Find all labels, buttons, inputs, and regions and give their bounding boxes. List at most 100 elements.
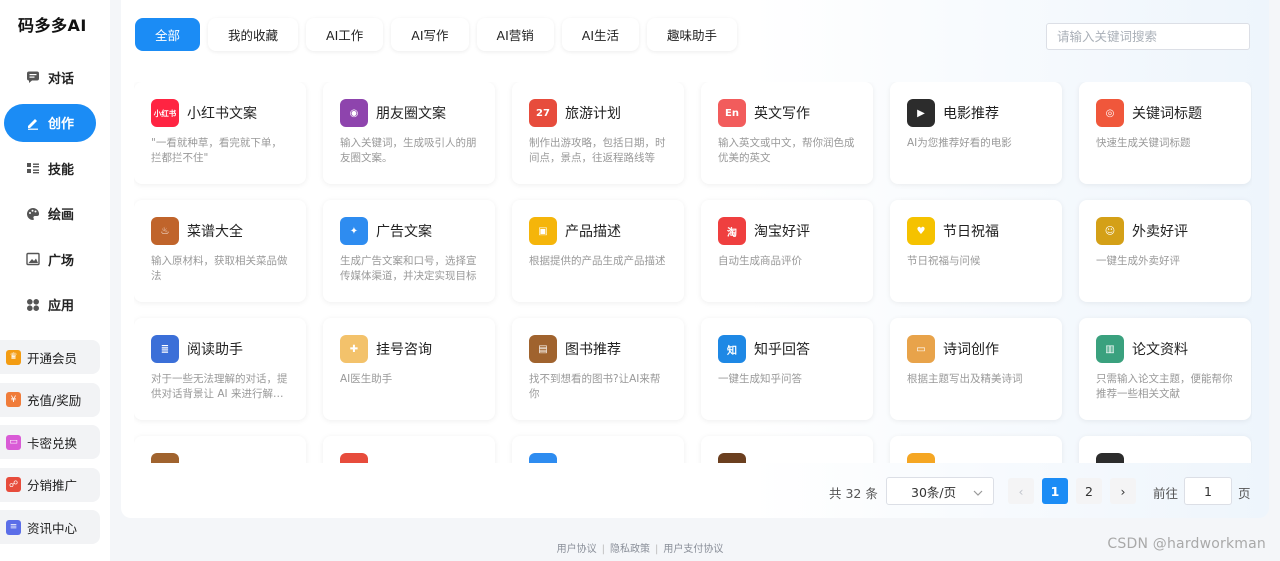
thumbs-up-icon: ☺ <box>1096 217 1124 245</box>
tab-0[interactable]: 全部 <box>135 18 201 51</box>
app-card[interactable]: ◉ 朋友圈文案 输入关键词，生成吸引人的朋友圈文案。 <box>323 82 495 184</box>
search-target-icon: ◎ <box>1096 99 1124 127</box>
app-card[interactable]: ▶ 电影推荐 AI为您推荐好看的电影 <box>890 82 1062 184</box>
page-size-select[interactable]: 30条/页 <box>886 477 994 505</box>
megaphone-icon: ✦ <box>340 217 368 245</box>
card-header: ✚ 挂号咨询 <box>340 334 479 364</box>
grid-icon <box>26 298 40 312</box>
card-description: 输入关键词，生成吸引人的朋友圈文案。 <box>340 137 477 164</box>
card-description: 一键生成知乎问答 <box>718 373 802 385</box>
tab-2[interactable]: AI工作 <box>306 18 384 51</box>
tab-1[interactable]: 我的收藏 <box>208 18 299 51</box>
tab-6[interactable]: 趣味助手 <box>647 18 738 51</box>
image-icon <box>26 252 40 266</box>
app-card[interactable]: ◎ 关键词标题 快速生成关键词标题 <box>1079 82 1251 184</box>
app-card[interactable]: ♨ 菜谱大全 输入原材料，获取相关菜品做法 <box>134 200 306 302</box>
app-card[interactable]: ▣ 产品描述根据提供的产品生成产品描述 <box>512 200 684 302</box>
card-title: 淘宝好评 <box>754 224 810 240</box>
app-card[interactable] <box>512 436 684 463</box>
goto-unit: 页 <box>1238 486 1251 501</box>
nav-item-create[interactable]: 创作 <box>4 103 96 142</box>
card-description: 对于一些无法理解的对话，提供对话背景让 AI 来进行解读分析 <box>151 373 288 400</box>
card-description: 根据主题写出及精美诗词 <box>907 373 1023 385</box>
page-2-button[interactable]: 2 <box>1076 478 1102 504</box>
app-card[interactable] <box>134 436 306 463</box>
side-link-referral[interactable]: ☍ 分销推广 <box>0 467 100 502</box>
card-header <box>340 452 479 463</box>
brand-logo[interactable]: 码多多AI <box>18 12 87 36</box>
card-header <box>1096 452 1235 463</box>
search-input[interactable] <box>1046 23 1250 50</box>
nav-item-apps[interactable]: 应用 <box>4 286 96 324</box>
card-title: 外卖好评 <box>1132 224 1188 240</box>
app-card[interactable]: ▥ 论文资料 只需输入论文主题，便能帮你推荐一些相关文献 <box>1079 318 1251 420</box>
side-link-vip[interactable]: ♛ 开通会员 <box>0 340 100 374</box>
app-card[interactable]: 淘淘宝好评 自动生成商品评价 <box>701 200 873 302</box>
nav-item-drawing[interactable]: 绘画 <box>4 195 96 233</box>
card-header: ▣ 产品描述 <box>529 216 668 246</box>
app-card[interactable]: ✚ 挂号咨询 AI医生助手 <box>323 318 495 420</box>
goto-page-input[interactable] <box>1184 477 1232 505</box>
prev-page-button[interactable]: ‹ <box>1008 478 1034 504</box>
english-icon: En <box>718 99 746 127</box>
briefcase-icon <box>718 453 746 463</box>
calendar-icon: 27 <box>529 99 557 127</box>
footer-link-privacy[interactable]: 隐私政策 <box>610 544 650 555</box>
next-page-button[interactable]: › <box>1110 478 1136 504</box>
app-card[interactable]: ≣ 阅读助手对于一些无法理解的对话，提供对话背景让 AI 来进行解读分析 <box>134 318 306 420</box>
side-link-recharge[interactable]: ¥ 充值/奖励 <box>0 382 100 417</box>
app-card[interactable]: 知知乎回答一键生成知乎问答 <box>701 318 873 420</box>
app-card[interactable]: ▭ 诗词创作 根据主题写出及精美诗词 <box>890 318 1062 420</box>
card-title: 产品描述 <box>565 224 621 240</box>
card-title: 节日祝福 <box>943 224 999 240</box>
card-header: ♥ 节日祝福 <box>907 216 1046 246</box>
card-header: ◉ 朋友圈文案 <box>340 98 479 128</box>
card-description: 根据提供的产品生成产品描述 <box>529 255 666 267</box>
card-header: ▶ 电影推荐 <box>907 98 1046 128</box>
card-header: ≣ 阅读助手 <box>151 334 290 364</box>
card-title: 知乎回答 <box>754 342 810 358</box>
app-card-grid: 小红书 小红书文案 "一看就种草，看完就下单，拦都拦不住" ◉ 朋友圈文案 输入关键词，生… <box>134 82 1252 463</box>
card-description: 制作出游攻略，包括日期，时间点，景点，往返程路线等 <box>529 137 666 164</box>
app-card[interactable]: ▤ 图书推荐 找不到想看的图书?让AI来帮你 <box>512 318 684 420</box>
sidebar: 码多多AI 对话创作技能绘画广场应用 ♛ 开通会员 ¥ 充值/奖励 ▭ 卡密兑换 ☍ 分销推广… <box>0 0 110 561</box>
app-card[interactable]: En 英文写作 输入英文或中文，帮你润色成优美的英文 <box>701 82 873 184</box>
footer: 用户协议 | 隐私政策 | 用户支付协议 <box>0 540 1280 555</box>
chat-icon <box>26 70 40 84</box>
app-card[interactable]: 小红书 小红书文案 "一看就种草，看完就下单，拦都拦不住" <box>134 82 306 184</box>
side-link-card[interactable]: ▭ 卡密兑换 <box>0 425 100 459</box>
app-card[interactable] <box>1079 436 1251 463</box>
card-scroll-area[interactable]: 小红书 小红书文案 "一看就种草，看完就下单，拦都拦不住" ◉ 朋友圈文案 输入关键词，生… <box>134 82 1252 463</box>
shopping-bag-icon: ▣ <box>529 217 557 245</box>
footer-link-user-agreement[interactable]: 用户协议 <box>557 544 597 555</box>
nav-item-skills[interactable]: 技能 <box>4 149 96 187</box>
card-header: ✦ 广告文案 <box>340 216 479 246</box>
app-card[interactable]: ✦ 广告文案生成广告文案和口号，选择宣传媒体渠道，并决定实现目标 <box>323 200 495 302</box>
card-description: AI为您推荐好看的电影 <box>907 137 1012 149</box>
app-card[interactable] <box>890 436 1062 463</box>
app-card[interactable] <box>323 436 495 463</box>
card-description: 节日祝福与问候 <box>907 255 981 267</box>
card-header: ☺ 外卖好评 <box>1096 216 1235 246</box>
side-link-label: 充值/奖励 <box>27 393 82 408</box>
app-card[interactable] <box>701 436 873 463</box>
nav-item-chat[interactable]: 对话 <box>4 58 96 96</box>
tab-5[interactable]: AI生活 <box>561 18 640 51</box>
nav-item-plaza[interactable]: 广场 <box>4 240 96 278</box>
app-card[interactable]: ♥ 节日祝福节日祝福与问候 <box>890 200 1062 302</box>
card-description: 自动生成商品评价 <box>718 255 802 267</box>
page-1-button[interactable]: 1 <box>1042 478 1068 504</box>
app-card[interactable]: ☺ 外卖好评 一键生成外卖好评 <box>1079 200 1251 302</box>
card-description: 生成广告文案和口号，选择宣传媒体渠道，并决定实现目标 <box>340 255 477 282</box>
footer-link-payment-agreement[interactable]: 用户支付协议 <box>663 544 723 555</box>
tab-3[interactable]: AI写作 <box>391 18 469 51</box>
doctor-icon: ✚ <box>340 335 368 363</box>
app-card[interactable]: 27 旅游计划 制作出游攻略，包括日期，时间点，景点，往返程路线等 <box>512 82 684 184</box>
card-header: 知知乎回答 <box>718 334 857 364</box>
tab-4[interactable]: AI营销 <box>476 18 554 51</box>
crown-icon: ♛ <box>6 349 21 365</box>
open-book-icon: ▤ <box>529 335 557 363</box>
side-link-news[interactable]: ≡ 资讯中心 <box>0 510 100 544</box>
binders-icon: ▥ <box>1096 335 1124 363</box>
main-nav: 对话创作技能绘画广场应用 <box>0 58 110 331</box>
